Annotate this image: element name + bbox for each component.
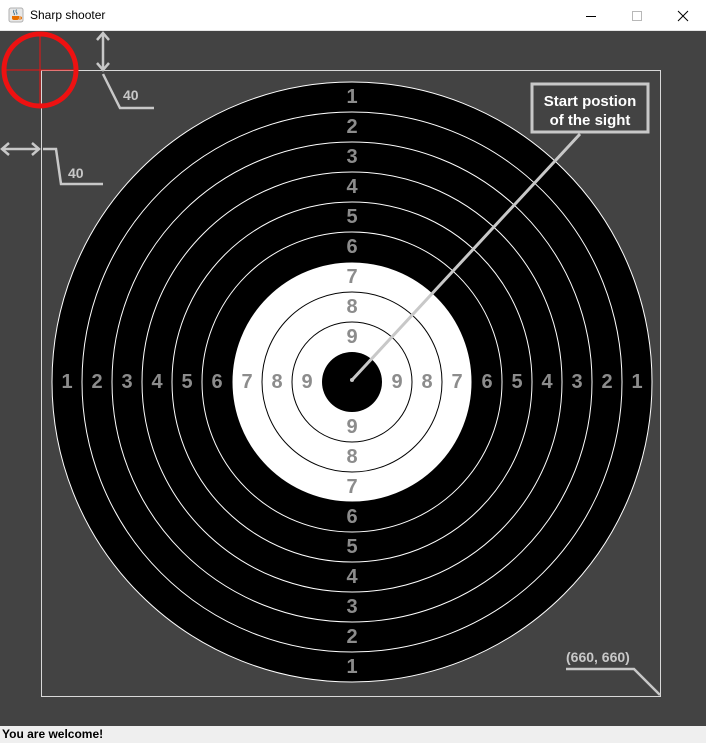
ring-number-5-top: 5 [346, 206, 357, 228]
ring-number-4-right: 4 [541, 371, 553, 393]
ring-number-8-right: 8 [421, 371, 432, 393]
start-point-marker [350, 378, 354, 382]
minimize-button[interactable] [568, 0, 614, 31]
ring-number-1-right: 1 [631, 371, 642, 393]
title-bar: Sharp shooter [0, 0, 706, 31]
ring-number-3-bottom: 3 [346, 596, 357, 618]
ring-number-8-bottom: 8 [346, 446, 357, 468]
corner-leader [566, 667, 661, 696]
ring-number-1-left: 1 [61, 371, 72, 393]
java-cup-icon [8, 7, 24, 23]
ring-number-3-top: 3 [346, 146, 357, 168]
ring-number-5-right: 5 [511, 371, 522, 393]
top-offset-label: 40 [123, 87, 139, 103]
ring-number-4-top: 4 [346, 176, 358, 198]
ring-number-5-bottom: 5 [346, 536, 357, 558]
ring-number-8-top: 8 [346, 296, 357, 318]
sight-crosshair[interactable] [1, 31, 79, 109]
minimize-icon [586, 15, 596, 17]
ring-number-3-left: 3 [121, 371, 132, 393]
left-offset-label: 40 [68, 165, 84, 181]
left-offset-annotation [0, 142, 103, 186]
target-drawing: 111 1222 2333 3444 4555 5666 6777 7888 8999 9 40 … [0, 31, 661, 697]
callout-line1: Start postion [544, 93, 637, 110]
ring-number-8-left: 8 [271, 371, 282, 393]
maximize-button[interactable] [614, 0, 660, 31]
ring-number-4-bottom: 4 [346, 566, 358, 588]
ring-number-7-top: 7 [346, 266, 357, 288]
callout-line2: of the sight [550, 112, 631, 129]
ring-number-2-bottom: 2 [346, 626, 357, 648]
window-title: Sharp shooter [30, 8, 106, 22]
shooting-canvas[interactable]: 111122223333444455556666777788889999 40 … [0, 31, 706, 726]
corner-coordinate-label: (660, 660) [566, 649, 630, 665]
ring-number-9-right: 9 [391, 371, 402, 393]
ring-number-4-left: 4 [151, 371, 163, 393]
ring-number-6-right: 6 [481, 371, 492, 393]
status-message: You are welcome! [2, 727, 104, 741]
maximize-icon [632, 10, 642, 21]
ring-number-3-right: 3 [571, 371, 582, 393]
ring-number-7-left: 7 [241, 371, 252, 393]
ring-number-6-left: 6 [211, 371, 222, 393]
ring-number-7-right: 7 [451, 371, 462, 393]
ring-number-2-top: 2 [346, 116, 357, 138]
ring-number-7-bottom: 7 [346, 476, 357, 498]
ring-number-9-top: 9 [346, 326, 357, 348]
ring-number-1-bottom: 1 [346, 656, 357, 678]
ring-number-1-top: 1 [346, 86, 357, 108]
ring-number-2-right: 2 [601, 371, 612, 393]
ring-number-6-top: 6 [346, 236, 357, 258]
ring-number-9-bottom: 9 [346, 416, 357, 438]
ring-number-9-left: 9 [301, 371, 312, 393]
close-icon [677, 10, 689, 21]
ring-number-2-left: 2 [91, 371, 102, 393]
status-bar: You are welcome! [0, 726, 706, 743]
ring-number-6-bottom: 6 [346, 506, 357, 528]
close-button[interactable] [660, 0, 706, 31]
ring-number-5-left: 5 [181, 371, 192, 393]
